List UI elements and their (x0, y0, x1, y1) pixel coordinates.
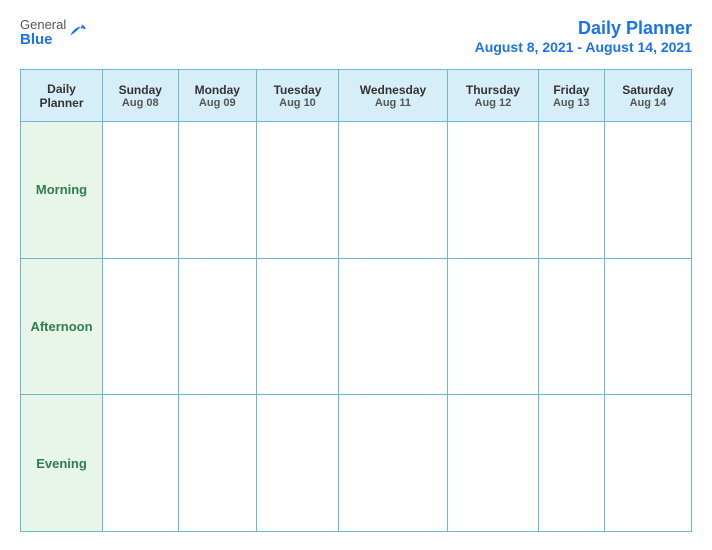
cell-afternoon-tuesday[interactable] (256, 258, 338, 395)
col-thursday: Thursday Aug 12 (447, 70, 538, 122)
day-date-saturday: Aug 14 (609, 97, 687, 109)
day-name-wednesday: Wednesday (343, 83, 443, 97)
day-date-monday: Aug 09 (183, 97, 252, 109)
page-title: Daily Planner (475, 18, 692, 39)
logo-general: General (20, 18, 66, 32)
header: General Blue Daily Planner August 8, 202… (20, 18, 692, 55)
date-range: August 8, 2021 - August 14, 2021 (475, 39, 692, 55)
table-row-morning: Morning (21, 122, 692, 259)
col-saturday: Saturday Aug 14 (604, 70, 691, 122)
cell-afternoon-saturday[interactable] (604, 258, 691, 395)
col-sunday: Sunday Aug 08 (103, 70, 179, 122)
day-date-sunday: Aug 08 (107, 97, 174, 109)
cell-morning-sunday[interactable] (103, 122, 179, 259)
title-block: Daily Planner August 8, 2021 - August 14… (475, 18, 692, 55)
day-name-tuesday: Tuesday (261, 83, 334, 97)
cell-morning-tuesday[interactable] (256, 122, 338, 259)
cell-afternoon-thursday[interactable] (447, 258, 538, 395)
cell-morning-wednesday[interactable] (338, 122, 447, 259)
cell-evening-saturday[interactable] (604, 395, 691, 532)
cell-evening-friday[interactable] (538, 395, 604, 532)
row-label-evening: Evening (21, 395, 103, 532)
cell-morning-thursday[interactable] (447, 122, 538, 259)
table-row-afternoon: Afternoon (21, 258, 692, 395)
cell-morning-saturday[interactable] (604, 122, 691, 259)
row-label-afternoon: Afternoon (21, 258, 103, 395)
cell-evening-thursday[interactable] (447, 395, 538, 532)
cell-morning-friday[interactable] (538, 122, 604, 259)
header-daily: Daily (47, 82, 76, 96)
day-name-friday: Friday (543, 83, 600, 97)
planner-table: Daily Planner Sunday Aug 08 Monday Aug 0… (20, 69, 692, 532)
cell-evening-monday[interactable] (178, 395, 256, 532)
logo-blue: Blue (20, 32, 66, 49)
logo: General Blue (20, 18, 88, 49)
cell-afternoon-sunday[interactable] (103, 258, 179, 395)
cell-evening-tuesday[interactable] (256, 395, 338, 532)
col-wednesday: Wednesday Aug 11 (338, 70, 447, 122)
table-header-row: Daily Planner Sunday Aug 08 Monday Aug 0… (21, 70, 692, 122)
cell-afternoon-wednesday[interactable] (338, 258, 447, 395)
day-date-wednesday: Aug 11 (343, 97, 443, 109)
col-friday: Friday Aug 13 (538, 70, 604, 122)
header-planner: Planner (39, 96, 83, 110)
cell-afternoon-monday[interactable] (178, 258, 256, 395)
day-name-thursday: Thursday (452, 83, 534, 97)
day-name-monday: Monday (183, 83, 252, 97)
table-header-label: Daily Planner (21, 70, 103, 122)
cell-afternoon-friday[interactable] (538, 258, 604, 395)
day-name-sunday: Sunday (107, 83, 174, 97)
logo-bird-icon (66, 20, 88, 42)
cell-evening-wednesday[interactable] (338, 395, 447, 532)
day-date-thursday: Aug 12 (452, 97, 534, 109)
day-name-saturday: Saturday (609, 83, 687, 97)
table-row-evening: Evening (21, 395, 692, 532)
cell-morning-monday[interactable] (178, 122, 256, 259)
day-date-tuesday: Aug 10 (261, 97, 334, 109)
col-monday: Monday Aug 09 (178, 70, 256, 122)
col-tuesday: Tuesday Aug 10 (256, 70, 338, 122)
day-date-friday: Aug 13 (543, 97, 600, 109)
cell-evening-sunday[interactable] (103, 395, 179, 532)
row-label-morning: Morning (21, 122, 103, 259)
